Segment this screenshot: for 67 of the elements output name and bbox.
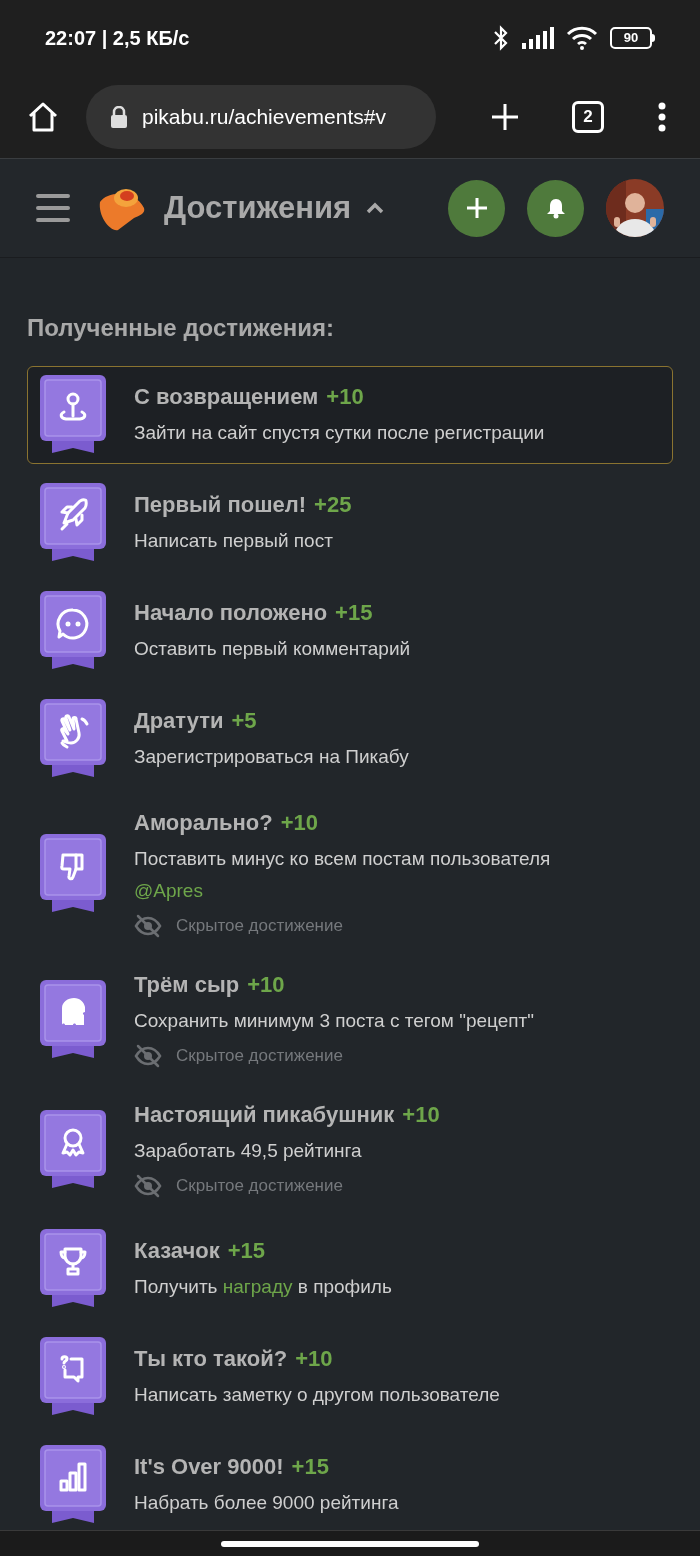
achievement-points: +10 [247, 971, 285, 999]
hidden-eye-icon [134, 1174, 162, 1198]
plus-icon [465, 197, 488, 219]
bell-icon [545, 197, 566, 219]
achievement-points: +15 [335, 599, 373, 627]
achievement-description: Написать заметку о другом пользователе [134, 1383, 500, 1407]
achievement-title: It's Over 9000! [134, 1453, 284, 1481]
achievement-badge-icon [40, 1445, 106, 1525]
achievement-title: Первый пошел! [134, 491, 307, 519]
url-text: pikabu.ru/achievements#v [142, 103, 386, 130]
menu-dots-icon[interactable] [658, 101, 666, 132]
battery-level: 90 [623, 28, 639, 47]
achievement-badge-icon [40, 1229, 106, 1309]
description-link[interactable]: награду [222, 1276, 293, 1297]
achievement-description: Оставить первый комментарий [134, 637, 411, 661]
hidden-eye-icon [134, 1044, 162, 1068]
achievement-badge-icon [40, 483, 106, 563]
achievement-description: Написать первый пост [134, 529, 334, 553]
hidden-achievement-note: Скрытое достижение [176, 1175, 343, 1197]
achievement-title: Настоящий пикабушник [134, 1101, 395, 1129]
chevron-icon [365, 201, 386, 215]
achievement-points: +10 [295, 1345, 333, 1373]
achievement-badge-icon [40, 980, 106, 1060]
hidden-achievement-note: Скрытое достижение [176, 1045, 343, 1067]
achievement-badge-icon [40, 1110, 106, 1190]
signal-icon [522, 26, 554, 49]
achievement-badge-icon [40, 1337, 106, 1417]
description-link[interactable]: @Apres [134, 880, 203, 901]
achievement-title: Казачок [134, 1237, 220, 1265]
achievement-description: Зайти на сайт спустя сутки после регистрации [134, 421, 545, 445]
achievement-description: Набрать более 9000 рейтинга [134, 1491, 399, 1515]
achievement-description: Заработать 49,5 рейтинга [134, 1139, 363, 1163]
achievement-title: С возвращением [134, 383, 319, 411]
achievement-points: +15 [227, 1237, 266, 1265]
page-title-dropdown[interactable]: Достижения [164, 184, 386, 232]
achievement-description: Получить награду в профиль [134, 1275, 392, 1299]
achievement-points: +25 [314, 491, 352, 519]
add-post-button[interactable] [448, 179, 505, 237]
tab-count[interactable]: 2 [572, 100, 604, 133]
achievement-points: +10 [280, 809, 318, 837]
achievement-points: +15 [291, 1453, 329, 1481]
achievement-points: +10 [402, 1101, 440, 1129]
menu-icon[interactable] [36, 193, 70, 223]
lock-icon [110, 105, 128, 128]
achievement-title: Дратути [134, 707, 224, 735]
address-bar[interactable]: pikabu.ru/achievements#v [86, 84, 436, 149]
section-heading: Полученные достижения: [27, 313, 336, 343]
achievement-points: +5 [231, 707, 257, 735]
hidden-achievement-note: Скрытое достижение [176, 915, 343, 937]
wifi-icon [566, 25, 598, 50]
achievement-title: Начало положено [134, 599, 328, 627]
achievement-description: Сохранить минимум 3 поста с тегом "рецепт" [134, 1009, 535, 1033]
achievement-points: +10 [326, 383, 364, 411]
achievement-badge-icon [40, 699, 106, 779]
achievement-title: Ты кто такой? [134, 1345, 288, 1373]
achievement-title: Трём сыр [134, 971, 240, 999]
hidden-eye-icon [134, 914, 162, 938]
notifications-button[interactable] [527, 179, 584, 237]
status-time: 22:07 | 2,5 КБ/с [45, 25, 190, 51]
achievement-badge-icon [40, 834, 106, 914]
achievement-description: Зарегистрироваться на Пикабу [134, 745, 409, 769]
achievement-description: Поставить минус ко всем постам пользователя @Apres [134, 847, 552, 903]
achievement-badge-icon [40, 375, 106, 455]
new-tab-icon[interactable] [490, 101, 520, 132]
bluetooth-icon [492, 24, 510, 51]
achievement-badge-icon [40, 591, 106, 671]
achievement-title: Аморально? [134, 809, 273, 837]
